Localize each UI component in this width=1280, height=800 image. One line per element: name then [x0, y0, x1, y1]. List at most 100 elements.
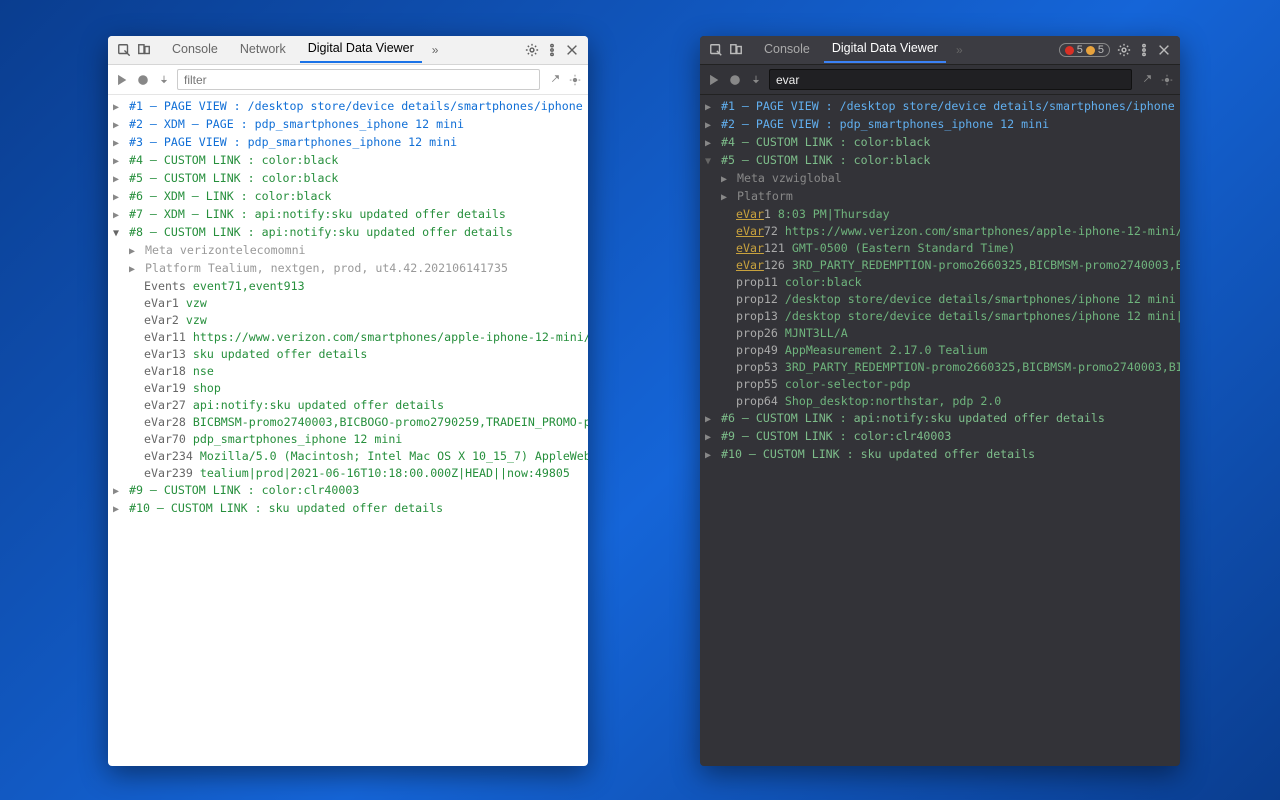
disclosure-triangle-icon[interactable]: ▶	[110, 135, 122, 152]
tree-child-row[interactable]: eVar72 https://www.verizon.com/smartphon…	[700, 223, 1180, 240]
more-tabs-icon[interactable]: »	[432, 43, 439, 57]
tab-network[interactable]: Network	[232, 38, 294, 62]
tree-child-row[interactable]: prop11 color:black	[700, 274, 1180, 291]
tab-digital-data-viewer[interactable]: Digital Data Viewer	[824, 37, 946, 63]
device-toggle-icon[interactable]	[135, 41, 153, 59]
download-arrow-icon[interactable]	[156, 72, 171, 87]
disclosure-triangle-icon[interactable]: ▼	[702, 153, 714, 170]
tab-console[interactable]: Console	[756, 38, 818, 62]
disclosure-triangle-icon[interactable]: ▶	[110, 153, 122, 170]
tree-child-row[interactable]: prop26 MJNT3LL/A	[700, 325, 1180, 342]
disclosure-triangle-icon[interactable]: ▶	[702, 135, 714, 152]
tree-child-row[interactable]: eVar13 sku updated offer details	[108, 346, 588, 363]
event-tree[interactable]: ▶ #1 – PAGE VIEW : /desktop store/device…	[700, 95, 1180, 766]
disclosure-triangle-icon[interactable]: ▶	[126, 261, 138, 278]
tree-child-row[interactable]: ▶ Platform Tealium, nextgen, prod, ut4.4…	[108, 260, 588, 278]
kebab-icon[interactable]	[543, 41, 561, 59]
tree-row[interactable]: ▶ #2 – PAGE VIEW : pdp_smartphones_iphon…	[700, 116, 1180, 134]
tree-row[interactable]: ▶ #6 – CUSTOM LINK : api:notify:sku upda…	[700, 410, 1180, 428]
tree-child-row[interactable]: eVar239 tealium|prod|2021-06-16T10:18:00…	[108, 465, 588, 482]
tree-row[interactable]: ▶ #10 – CUSTOM LINK : sku updated offer …	[700, 446, 1180, 464]
popout-icon[interactable]	[546, 72, 561, 87]
disclosure-triangle-icon[interactable]: ▶	[702, 447, 714, 464]
tree-row[interactable]: ▶ #4 – CUSTOM LINK : color:black	[700, 134, 1180, 152]
settings-icon[interactable]	[1159, 72, 1174, 87]
settings-icon[interactable]	[567, 72, 582, 87]
error-warning-badge[interactable]: 5 5	[1059, 43, 1110, 57]
filter-input[interactable]	[769, 69, 1132, 90]
inspect-icon[interactable]	[115, 41, 133, 59]
toolbar	[108, 65, 588, 95]
gear-icon[interactable]	[523, 41, 541, 59]
event-tree[interactable]: ▶ #1 – PAGE VIEW : /desktop store/device…	[108, 95, 588, 766]
kebab-icon[interactable]	[1135, 41, 1153, 59]
filter-input[interactable]	[177, 69, 540, 90]
clear-icon[interactable]	[135, 72, 150, 87]
tree-row[interactable]: ▶ #6 – XDM – LINK : color:black	[108, 188, 588, 206]
tree-row[interactable]: ▶ #9 – CUSTOM LINK : color:clr40003	[108, 482, 588, 500]
tree-child-row[interactable]: Events event71,event913	[108, 278, 588, 295]
disclosure-triangle-icon[interactable]: ▶	[110, 117, 122, 134]
tree-row[interactable]: ▼ #8 – CUSTOM LINK : api:notify:sku upda…	[108, 224, 588, 242]
tree-row[interactable]: ▶ #3 – PAGE VIEW : pdp_smartphones_iphon…	[108, 134, 588, 152]
download-arrow-icon[interactable]	[748, 72, 763, 87]
tree-child-row[interactable]: eVar2 vzw	[108, 312, 588, 329]
disclosure-triangle-icon[interactable]: ▼	[110, 225, 122, 242]
device-toggle-icon[interactable]	[727, 41, 745, 59]
clear-icon[interactable]	[727, 72, 742, 87]
disclosure-triangle-icon[interactable]: ▶	[110, 99, 122, 116]
disclosure-triangle-icon[interactable]: ▶	[702, 411, 714, 428]
inspect-icon[interactable]	[707, 41, 725, 59]
tree-child-row[interactable]: eVar70 pdp_smartphones_iphone 12 mini	[108, 431, 588, 448]
tree-row[interactable]: ▶ #9 – CUSTOM LINK : color:clr40003	[700, 428, 1180, 446]
tree-row[interactable]: ▶ #10 – CUSTOM LINK : sku updated offer …	[108, 500, 588, 518]
disclosure-triangle-icon[interactable]: ▶	[702, 99, 714, 116]
tree-child-row[interactable]: prop64 Shop_desktop:northstar, pdp 2.0	[700, 393, 1180, 410]
tree-child-row[interactable]: ▶ Meta vzwiglobal	[700, 170, 1180, 188]
disclosure-triangle-icon[interactable]: ▶	[110, 483, 122, 500]
tree-child-row[interactable]: eVar18 nse	[108, 363, 588, 380]
tree-row[interactable]: ▼ #5 – CUSTOM LINK : color:black	[700, 152, 1180, 170]
tree-row[interactable]: ▶ #1 – PAGE VIEW : /desktop store/device…	[108, 98, 588, 116]
disclosure-triangle-icon[interactable]: ▶	[702, 117, 714, 134]
tree-child-row[interactable]: prop53 3RD_PARTY_REDEMPTION-promo2660325…	[700, 359, 1180, 376]
disclosure-triangle-icon[interactable]: ▶	[702, 429, 714, 446]
tab-console[interactable]: Console	[164, 38, 226, 62]
tree-child-row[interactable]: prop49 AppMeasurement 2.17.0 Tealium	[700, 342, 1180, 359]
tree-row[interactable]: ▶ #4 – CUSTOM LINK : color:black	[108, 152, 588, 170]
disclosure-triangle-icon[interactable]: ▶	[110, 171, 122, 188]
disclosure-triangle-icon[interactable]: ▶	[110, 501, 122, 518]
popout-icon[interactable]	[1138, 72, 1153, 87]
tree-child-row[interactable]: eVar126 3RD_PARTY_REDEMPTION-promo266032…	[700, 257, 1180, 274]
disclosure-triangle-icon[interactable]: ▶	[718, 171, 730, 188]
play-icon[interactable]	[706, 72, 721, 87]
close-icon[interactable]	[1155, 41, 1173, 59]
tree-row[interactable]: ▶ #1 – PAGE VIEW : /desktop store/device…	[700, 98, 1180, 116]
tree-row[interactable]: ▶ #7 – XDM – LINK : api:notify:sku updat…	[108, 206, 588, 224]
disclosure-triangle-icon[interactable]: ▶	[126, 243, 138, 260]
tree-child-row[interactable]: eVar27 api:notify:sku updated offer deta…	[108, 397, 588, 414]
tree-child-row[interactable]: ▶ Platform	[700, 188, 1180, 206]
disclosure-triangle-icon[interactable]: ▶	[718, 189, 730, 206]
tree-child-row[interactable]: prop13 /desktop store/device details/sma…	[700, 308, 1180, 325]
tree-child-row[interactable]: eVar28 BICBMSM-promo2740003,BICBOGO-prom…	[108, 414, 588, 431]
tree-child-row[interactable]: eVar1 vzw	[108, 295, 588, 312]
tree-child-row[interactable]: eVar11 https://www.verizon.com/smartphon…	[108, 329, 588, 346]
disclosure-triangle-icon[interactable]: ▶	[110, 207, 122, 224]
tree-child-row[interactable]: eVar19 shop	[108, 380, 588, 397]
tab-bar: Console Digital Data Viewer »	[756, 37, 1059, 63]
tree-child-row[interactable]: eVar1 8:03 PM|Thursday	[700, 206, 1180, 223]
play-icon[interactable]	[114, 72, 129, 87]
tree-child-row[interactable]: eVar121 GMT-0500 (Eastern Standard Time)	[700, 240, 1180, 257]
tree-child-row[interactable]: prop55 color-selector-pdp	[700, 376, 1180, 393]
more-tabs-icon[interactable]: »	[956, 43, 963, 57]
tree-row[interactable]: ▶ #2 – XDM – PAGE : pdp_smartphones_ipho…	[108, 116, 588, 134]
gear-icon[interactable]	[1115, 41, 1133, 59]
tab-digital-data-viewer[interactable]: Digital Data Viewer	[300, 37, 422, 63]
tree-row[interactable]: ▶ #5 – CUSTOM LINK : color:black	[108, 170, 588, 188]
close-icon[interactable]	[563, 41, 581, 59]
tree-child-row[interactable]: prop12 /desktop store/device details/sma…	[700, 291, 1180, 308]
tree-child-row[interactable]: ▶ Meta verizontelecomomni	[108, 242, 588, 260]
tree-child-row[interactable]: eVar234 Mozilla/5.0 (Macintosh; Intel Ma…	[108, 448, 588, 465]
disclosure-triangle-icon[interactable]: ▶	[110, 189, 122, 206]
